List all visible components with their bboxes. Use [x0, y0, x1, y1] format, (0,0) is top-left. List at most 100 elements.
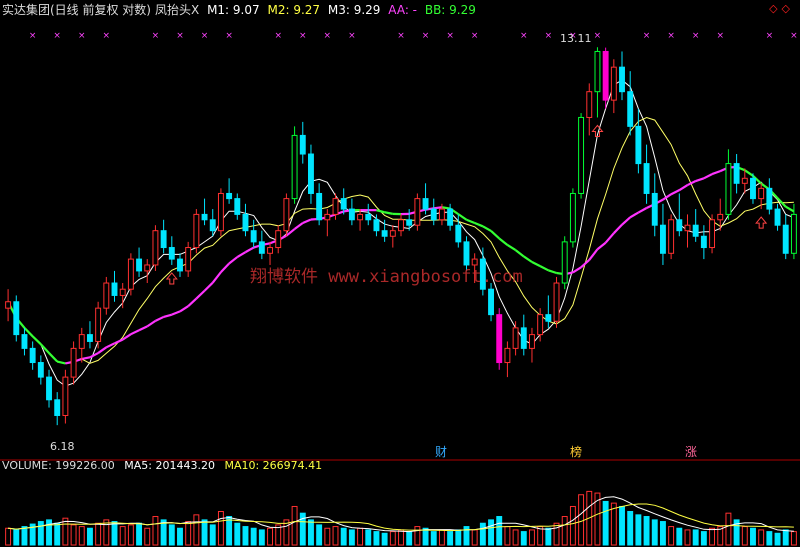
m2-value: M2: 9.27	[267, 3, 321, 17]
candle-body	[594, 50, 601, 93]
candle-body	[111, 282, 118, 296]
ma-trend-segment	[703, 173, 713, 180]
volume-bar	[512, 529, 519, 546]
signal-x-mark: ×	[274, 31, 282, 41]
nav-diamond-icons[interactable]: ◇◇	[769, 2, 794, 15]
volume-bar	[21, 526, 28, 546]
volume-bar	[659, 521, 666, 546]
candle-body	[602, 50, 609, 101]
ma-trend-segment	[89, 352, 99, 359]
volume-bar	[496, 516, 503, 546]
low-price-label: 6.18	[50, 440, 75, 453]
marker-cai: 财	[435, 445, 447, 459]
candle-body	[586, 91, 593, 118]
volume-bar	[758, 529, 765, 546]
candle-body	[750, 177, 756, 200]
signal-x-mark: ×	[667, 31, 675, 41]
ma-trend-segment	[711, 170, 721, 176]
signal-x-mark: ×	[422, 31, 430, 41]
volume-bar	[578, 494, 585, 546]
candle-body	[529, 334, 535, 349]
candle-body	[766, 187, 773, 210]
candle-body	[144, 264, 151, 272]
ma-trend-segment	[531, 261, 541, 268]
candle-body	[258, 241, 265, 254]
ma-trend-segment	[384, 211, 394, 215]
ma-trend-segment	[130, 329, 140, 336]
candle-body	[635, 125, 642, 165]
signal-x-mark: ×	[766, 31, 774, 41]
candle-body	[659, 224, 666, 254]
volume-bar	[766, 531, 773, 546]
ma-trend-segment	[572, 266, 582, 274]
volume-bar	[226, 516, 233, 546]
candle-body	[610, 66, 617, 101]
candle-body	[275, 230, 282, 249]
candle-body	[741, 177, 748, 184]
ma-trend-segment	[293, 222, 304, 230]
signal-x-mark: ×	[397, 31, 405, 41]
volume-bar	[774, 532, 781, 546]
signal-x-mark: ×	[348, 31, 356, 41]
volume-bar	[54, 522, 61, 546]
volume-bar	[430, 531, 437, 546]
candle-body	[209, 219, 216, 232]
volume-bar	[709, 527, 716, 546]
volume-bar	[234, 522, 241, 546]
signal-x-mark: ×	[225, 31, 233, 41]
candle-body	[700, 235, 707, 249]
ma-trend-segment	[211, 271, 222, 284]
candle-body	[242, 213, 249, 232]
volume-bar	[95, 522, 102, 546]
signal-x-mark: ×	[594, 31, 602, 41]
ma-trend-segment	[670, 189, 680, 196]
candle-body	[357, 213, 364, 221]
candle-body	[201, 213, 208, 221]
volume-ma5-line	[8, 496, 794, 533]
ma-trend-segment	[236, 251, 247, 258]
candle-body	[348, 208, 355, 221]
candle-body	[185, 247, 192, 272]
watermark: 翔博软件 www.xiangbosoft.com	[250, 267, 523, 287]
volume-bar	[267, 527, 273, 546]
signal-x-mark: ×	[299, 31, 307, 41]
volume-bar	[782, 529, 789, 546]
candle-body	[389, 230, 396, 237]
volume-bar	[676, 527, 683, 546]
volume-bar	[750, 527, 756, 546]
volume-bar	[357, 527, 364, 546]
candle-body	[561, 241, 568, 284]
ma-trend-segment	[744, 169, 754, 177]
ma-trend-segment	[637, 207, 648, 214]
volume-bar	[447, 531, 454, 546]
signal-x-mark: ×	[790, 31, 798, 41]
ma-trend-segment	[146, 319, 157, 328]
volume-bar	[488, 519, 494, 546]
ma-trend-segment	[48, 352, 58, 363]
candle-body	[414, 198, 421, 226]
volume-bar	[119, 526, 126, 546]
signal-x-mark: ×	[176, 31, 184, 41]
candle-body	[332, 198, 339, 215]
ma-trend-segment	[466, 218, 476, 225]
candle-body	[578, 116, 585, 194]
candle-body	[717, 213, 724, 221]
indicator-name: 凤抬头X	[155, 3, 200, 17]
ma-trend-segment	[588, 248, 599, 261]
signal-x-mark: ×	[53, 31, 61, 41]
candle-body	[46, 376, 52, 401]
ma-trend-segment	[678, 184, 689, 192]
candle-body	[95, 307, 102, 342]
volume-bar	[569, 505, 576, 546]
volume-bar	[389, 531, 396, 546]
high-price-label: 13.11	[560, 32, 592, 45]
candle-body	[103, 282, 110, 309]
candle-body	[119, 288, 126, 296]
signal-x-mark: ×	[643, 31, 651, 41]
candle-body	[496, 314, 503, 364]
ma-trend-segment	[539, 265, 549, 272]
volume-bar	[291, 505, 298, 546]
candle-body	[438, 208, 445, 221]
volume-bar	[201, 519, 208, 546]
volume-bar	[250, 527, 257, 546]
